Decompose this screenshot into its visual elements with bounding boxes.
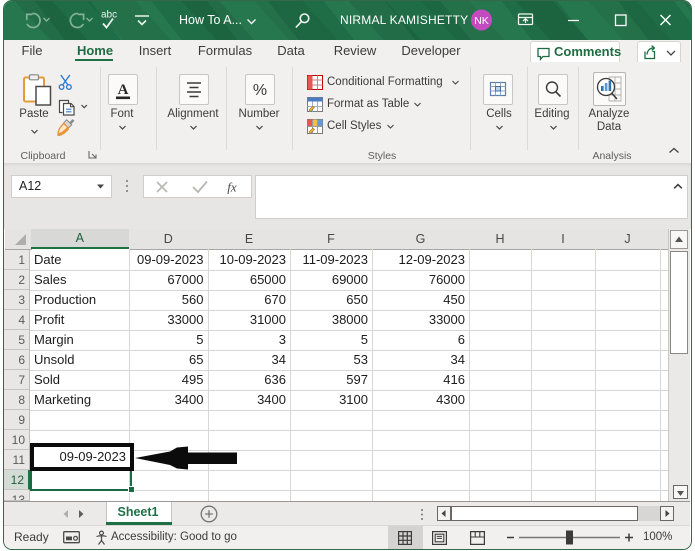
svg-text:A: A (118, 82, 129, 98)
svg-text:NK: NK (474, 15, 489, 27)
svg-text:abc: abc (101, 10, 117, 21)
svg-text:fx: fx (227, 180, 237, 195)
svg-text:%: % (253, 82, 267, 99)
